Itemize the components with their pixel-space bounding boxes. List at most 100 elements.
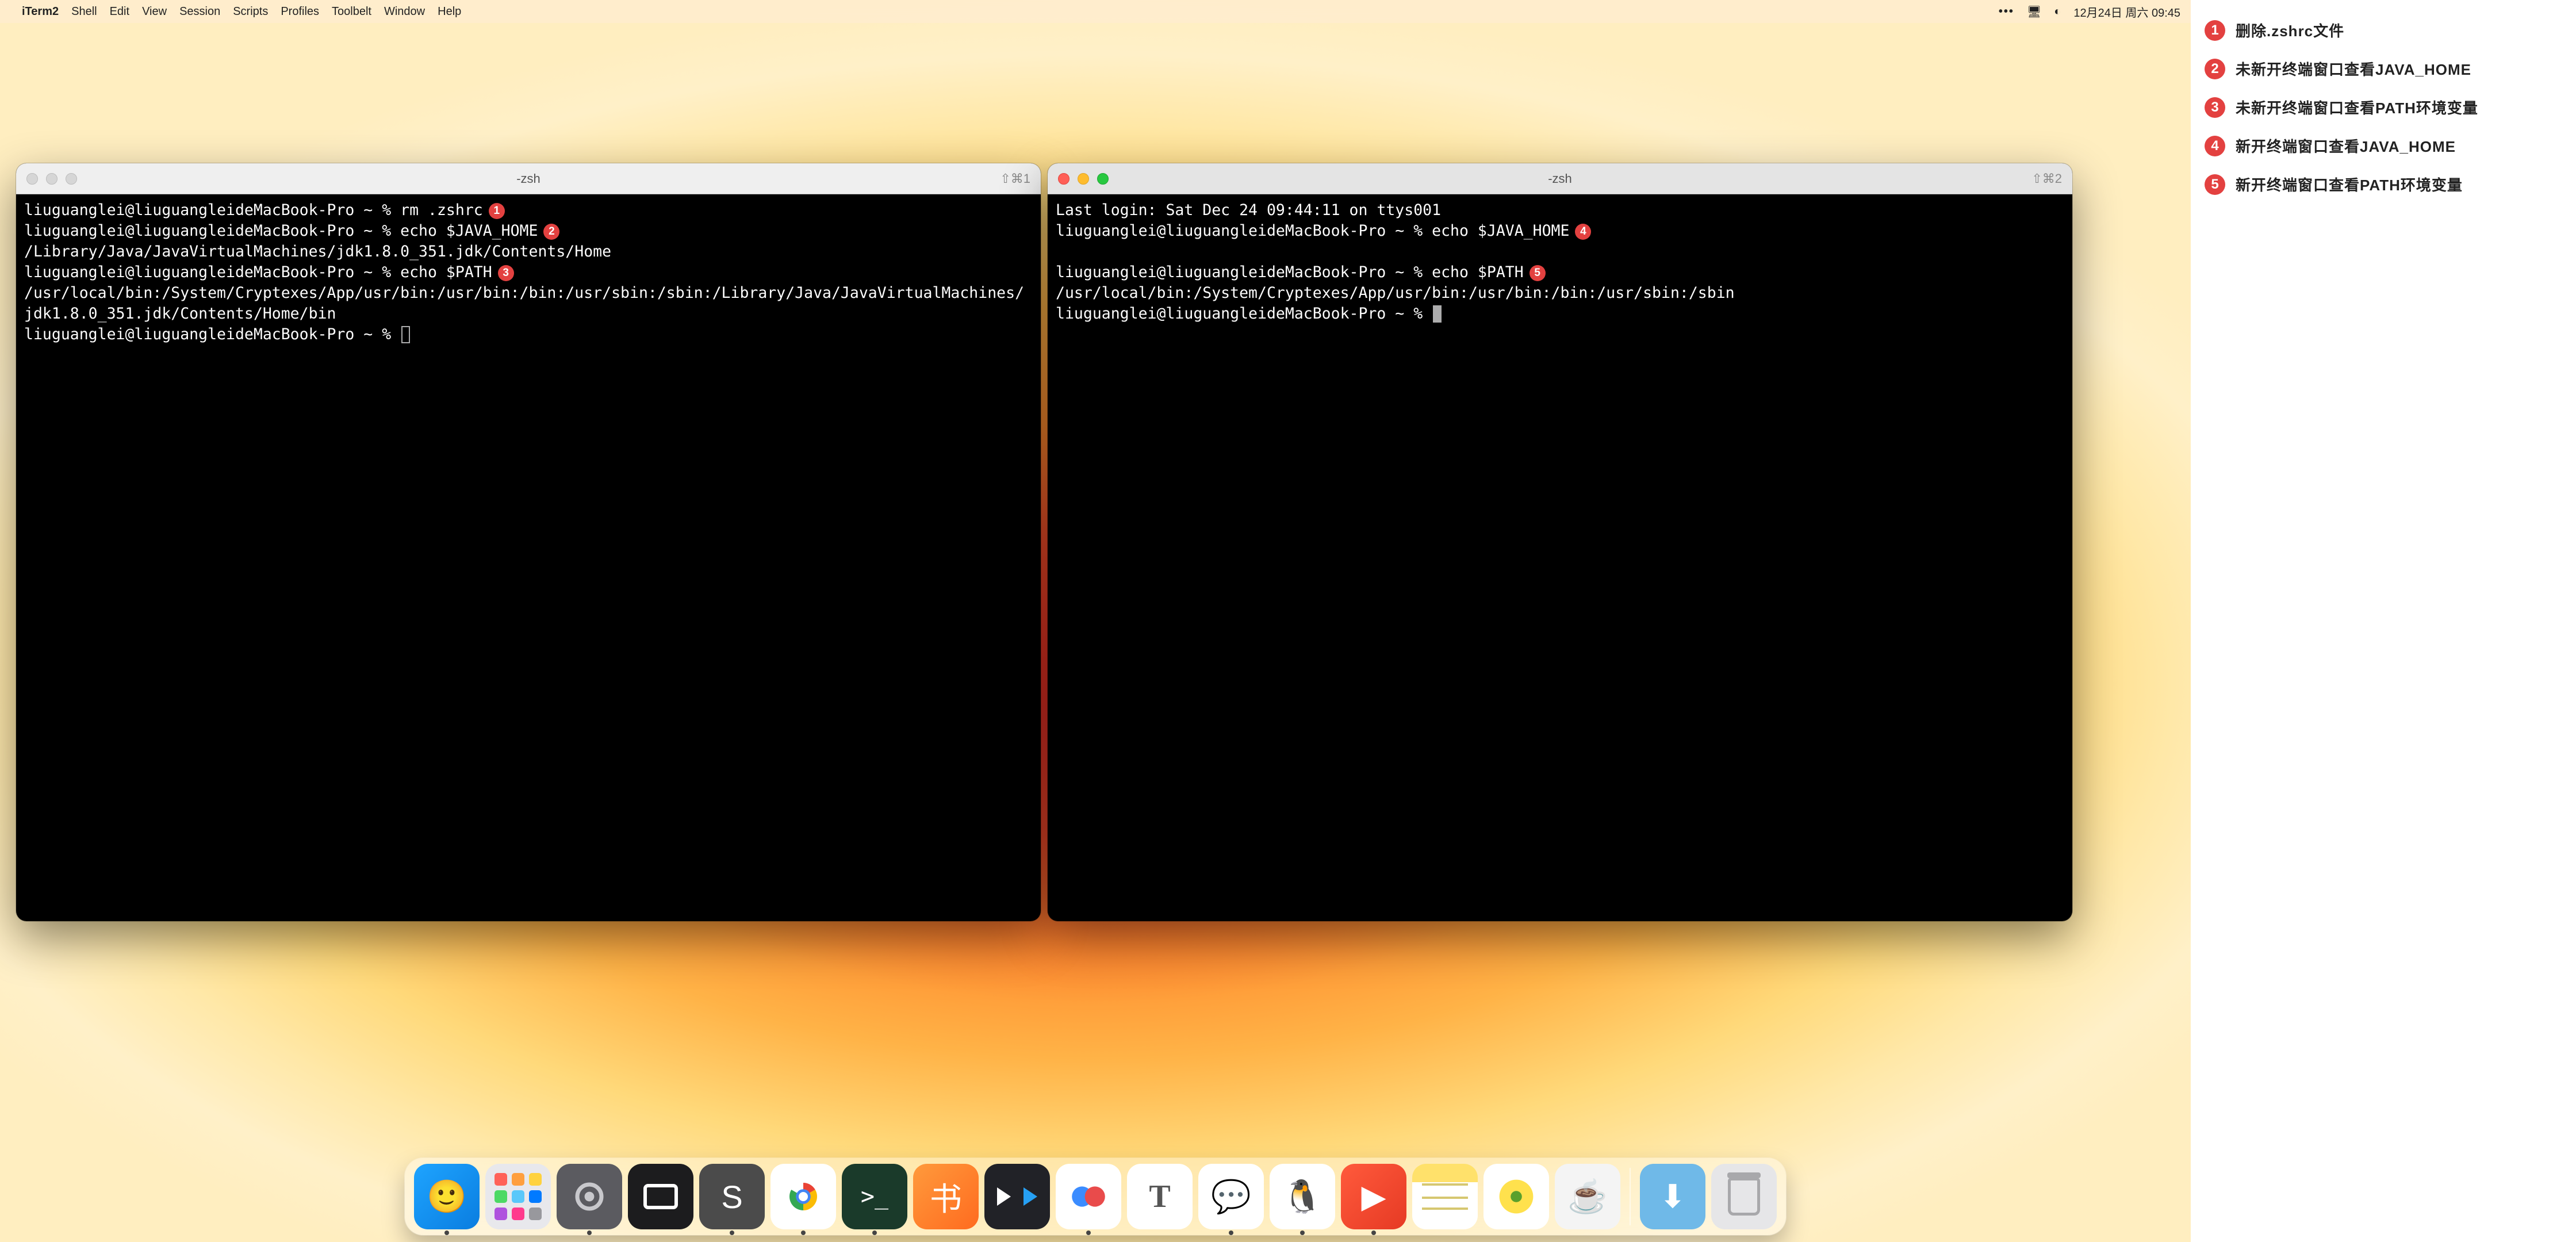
- dock-screenshot[interactable]: [628, 1164, 693, 1229]
- maximize-icon[interactable]: [1097, 173, 1109, 185]
- menu-toolbelt[interactable]: Toolbelt: [332, 5, 371, 18]
- menu-window[interactable]: Window: [384, 5, 425, 18]
- annotation-number-badge: 3: [2205, 97, 2225, 118]
- dock: 🙂 S >_书 T💬🐧▶ ☕ ⬇: [405, 1158, 1786, 1235]
- annotation-text: 未新开终端窗口查看PATH环境变量: [2236, 97, 2478, 118]
- close-icon[interactable]: [26, 173, 38, 185]
- dock-finder[interactable]: 🙂: [414, 1164, 480, 1229]
- command-text: echo $JAVA_HOME: [400, 222, 538, 240]
- menu-help[interactable]: Help: [438, 5, 461, 18]
- terminal-line: liuguanglei@liuguangleideMacBook-Pro ~ %…: [1056, 221, 2064, 241]
- menubar-clock[interactable]: 12月24日 周六 09:45: [2073, 3, 2180, 20]
- dock-iterm[interactable]: >_: [842, 1164, 907, 1229]
- prompt: liuguanglei@liuguangleideMacBook-Pro ~ %: [1056, 222, 1432, 240]
- dock-music[interactable]: [1483, 1164, 1549, 1229]
- dock-sublime[interactable]: S: [699, 1164, 765, 1229]
- annotation-text: 新开终端窗口查看JAVA_HOME: [2236, 135, 2456, 156]
- command-text: echo $JAVA_HOME: [1432, 222, 1569, 240]
- terminal-line: Last login: Sat Dec 24 09:44:11 on ttys0…: [1056, 200, 2064, 221]
- annotation-item-4: 4 新开终端窗口查看JAVA_HOME: [2205, 135, 2562, 156]
- cursor-icon: [1433, 305, 1442, 323]
- dock-container: 🙂 S >_书 T💬🐧▶ ☕ ⬇: [405, 1158, 1786, 1235]
- annotation-text: 删除.zshrc文件: [2236, 20, 2344, 41]
- terminal-line: /usr/local/bin:/System/Cryptexes/App/usr…: [1056, 283, 2064, 304]
- dock-chrome[interactable]: [770, 1164, 836, 1229]
- dock-books[interactable]: 书: [913, 1164, 979, 1229]
- dock-indicator-dot: [1086, 1230, 1091, 1235]
- status-control-center-icon[interactable]: ◐: [2054, 5, 2061, 18]
- dock-downloads[interactable]: ⬇: [1640, 1164, 1705, 1229]
- annotation-text: 未新开终端窗口查看JAVA_HOME: [2236, 58, 2471, 79]
- terminal-2-title: -zsh: [1048, 171, 2072, 186]
- dock-indicator-dot: [801, 1230, 806, 1235]
- dock-java[interactable]: ☕: [1555, 1164, 1620, 1229]
- dock-indicator-dot: [730, 1230, 734, 1235]
- annotation-badge-5: 5: [1529, 265, 1546, 281]
- dock-indicator-dot: [1300, 1230, 1305, 1235]
- terminal-1-shortcut: ⇧⌘1: [1000, 171, 1030, 186]
- terminal-line: [1056, 241, 2064, 262]
- annotation-number-badge: 4: [2205, 136, 2225, 156]
- dock-qq[interactable]: 🐧: [1270, 1164, 1335, 1229]
- dock-indicator-dot: [872, 1230, 877, 1235]
- command-text: echo $PATH: [400, 263, 492, 281]
- annotation-badge-2: 2: [543, 224, 559, 240]
- minimize-icon[interactable]: [46, 173, 57, 185]
- menu-view[interactable]: View: [142, 5, 167, 18]
- annotation-number-badge: 2: [2205, 59, 2225, 79]
- terminal-1-body[interactable]: liuguanglei@liuguangleideMacBook-Pro ~ %…: [16, 194, 1041, 921]
- terminal-line: liuguanglei@liuguangleideMacBook-Pro ~ %…: [24, 262, 1033, 283]
- status-overflow-icon[interactable]: •••: [1999, 5, 2014, 18]
- annotation-item-5: 5新开终端窗口查看PATH环境变量: [2205, 174, 2562, 195]
- menu-app-name[interactable]: iTerm2: [22, 5, 59, 18]
- terminal-2-shortcut: ⇧⌘2: [2031, 171, 2062, 186]
- prompt: liuguanglei@liuguangleideMacBook-Pro ~ %: [24, 222, 400, 240]
- menu-edit[interactable]: Edit: [110, 5, 129, 18]
- terminal-line: liuguanglei@liuguangleideMacBook-Pro ~ %…: [1056, 262, 2064, 283]
- maximize-icon[interactable]: [66, 173, 77, 185]
- terminal-2-titlebar[interactable]: -zsh ⇧⌘2: [1048, 163, 2072, 194]
- menu-session[interactable]: Session: [179, 5, 220, 18]
- command-text: echo $PATH: [1432, 263, 1524, 281]
- dock-separator: [1630, 1168, 1631, 1225]
- menu-scripts[interactable]: Scripts: [233, 5, 268, 18]
- annotation-badge-1: 1: [489, 203, 505, 219]
- annotation-item-1: 1删除.zshrc文件: [2205, 20, 2562, 41]
- terminal-window-2[interactable]: -zsh ⇧⌘2 Last login: Sat Dec 24 09:44:11…: [1048, 163, 2072, 921]
- status-display-icon[interactable]: 🖥: [2027, 5, 2041, 19]
- desktop: iTerm2 Shell Edit View Session Scripts P…: [0, 0, 2191, 1242]
- command-text: rm .zshrc: [400, 201, 483, 219]
- terminal-line: liuguanglei@liuguangleideMacBook-Pro ~ %: [1056, 304, 2064, 324]
- prompt: liuguanglei@liuguangleideMacBook-Pro ~ %: [24, 325, 400, 343]
- terminal-window-1[interactable]: -zsh ⇧⌘1 liuguanglei@liuguangleideMacBoo…: [16, 163, 1041, 921]
- menubar: iTerm2 Shell Edit View Session Scripts P…: [0, 0, 2191, 23]
- dock-wps[interactable]: ▶: [1341, 1164, 1406, 1229]
- terminal-line: /usr/local/bin:/System/Cryptexes/App/usr…: [24, 283, 1033, 324]
- annotation-number-badge: 5: [2205, 174, 2225, 195]
- dock-baidu[interactable]: [1056, 1164, 1121, 1229]
- dock-indicator-dot: [587, 1230, 592, 1235]
- minimize-icon[interactable]: [1078, 173, 1089, 185]
- dock-indicator-dot: [1229, 1230, 1233, 1235]
- prompt: liuguanglei@liuguangleideMacBook-Pro ~ %: [1056, 305, 1432, 323]
- prompt: liuguanglei@liuguangleideMacBook-Pro ~ %: [1056, 263, 1432, 281]
- annotation-item-2: 2 未新开终端窗口查看JAVA_HOME: [2205, 58, 2562, 79]
- close-icon[interactable]: [1058, 173, 1070, 185]
- prompt: liuguanglei@liuguangleideMacBook-Pro ~ %: [24, 263, 400, 281]
- terminal-1-titlebar[interactable]: -zsh ⇧⌘1: [16, 163, 1041, 194]
- menu-profiles[interactable]: Profiles: [281, 5, 319, 18]
- dock-settings[interactable]: [557, 1164, 622, 1229]
- dock-indicator-dot: [1371, 1230, 1376, 1235]
- terminal-1-title: -zsh: [16, 171, 1041, 186]
- dock-wechat[interactable]: 💬: [1198, 1164, 1264, 1229]
- dock-notes[interactable]: [1412, 1164, 1478, 1229]
- dock-indicator-dot: [444, 1230, 449, 1235]
- dock-launchpad[interactable]: [485, 1164, 551, 1229]
- dock-textedit[interactable]: T: [1127, 1164, 1193, 1229]
- dock-trash[interactable]: [1711, 1164, 1777, 1229]
- menu-shell[interactable]: Shell: [71, 5, 97, 18]
- annotation-badge-4: 4: [1575, 224, 1591, 240]
- terminal-2-body[interactable]: Last login: Sat Dec 24 09:44:11 on ttys0…: [1048, 194, 2072, 921]
- prompt: liuguanglei@liuguangleideMacBook-Pro ~ %: [24, 201, 400, 219]
- dock-video[interactable]: [984, 1164, 1050, 1229]
